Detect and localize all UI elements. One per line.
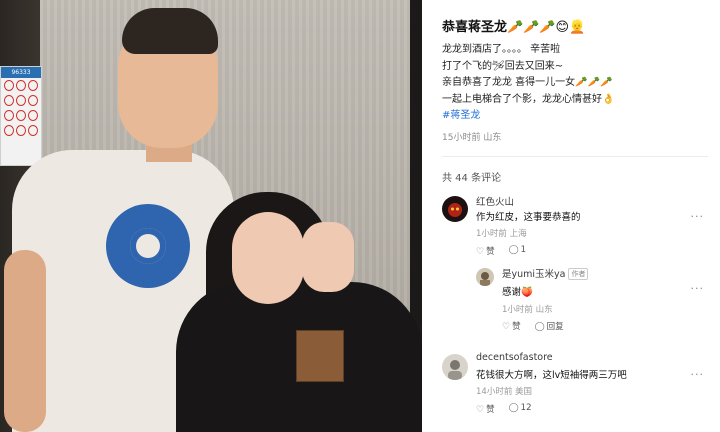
- post-line: 龙龙到酒店了。。。。 辛苦啦: [442, 44, 561, 55]
- post-line: 亲自恭喜了龙龙 喜得一儿一女🥕🥕🥕: [442, 77, 613, 89]
- comment-bubble-icon: ◯: [534, 322, 545, 332]
- avatar[interactable]: [442, 354, 468, 380]
- like-button[interactable]: ♡ 赞: [476, 245, 495, 257]
- like-button[interactable]: ♡ 赞: [476, 403, 495, 415]
- comment-bubble-icon: ◯: [508, 245, 519, 255]
- comment-text: 花钱很大方啊，这lv短袖得两三万吧: [476, 370, 627, 381]
- heart-icon: ♡: [502, 322, 511, 332]
- comment-meta: 14小时前 美国: [476, 387, 533, 397]
- post-line: 打了个飞的🛩回去又回来~: [442, 60, 564, 72]
- comment-count: 共 44 条评论: [442, 173, 502, 184]
- shirt-logo: [106, 204, 190, 288]
- commenter-name[interactable]: 是yumi玉米ya: [502, 269, 565, 280]
- comment-text: 作为红皮，这事要恭喜的: [476, 212, 581, 223]
- commenter-name-row: 是yumi玉米ya 作者: [502, 266, 589, 280]
- more-icon[interactable]: ···: [691, 368, 705, 381]
- comment-text: 感谢🍑: [502, 287, 533, 298]
- comment-actions: ♡ 赞 ◯ 12: [476, 403, 532, 415]
- peace-sign-hand: [302, 222, 354, 292]
- commenter-name[interactable]: 红色火山: [476, 194, 514, 208]
- man-hair: [122, 8, 218, 54]
- post-panel: 恭喜蒋圣龙🥕🥕🥕😊👱 龙龙到酒店了。。。。 辛苦啦 打了个飞的🛩回去又回来~ 亲…: [422, 0, 720, 432]
- post-title: 恭喜蒋圣龙🥕🥕🥕😊👱: [442, 20, 586, 35]
- jacket-pocket: [296, 330, 344, 382]
- man-arm: [4, 250, 46, 432]
- post-photo[interactable]: 96333: [0, 0, 422, 432]
- reply-button[interactable]: ◯ 回复: [535, 320, 564, 332]
- avatar[interactable]: [442, 196, 468, 222]
- heart-icon: ♡: [476, 247, 485, 257]
- comment-actions: ♡ 赞 ◯ 回复: [502, 320, 564, 332]
- author-badge: 作者: [568, 268, 589, 280]
- divider: [442, 156, 708, 157]
- post-line: 一起上电梯合了个影，龙龙心情甚好👌: [442, 93, 615, 105]
- elevator-notice-sign: 96333: [0, 66, 42, 166]
- commenter-name[interactable]: decentsofastore: [476, 352, 553, 363]
- more-icon[interactable]: ···: [691, 282, 705, 295]
- comment-meta: 1小时前 山东: [502, 305, 553, 315]
- post-meta: 15小时前 山东: [442, 133, 502, 143]
- comment-meta: 1小时前 上海: [476, 229, 527, 239]
- hashtag-link[interactable]: #蒋圣龙: [442, 108, 614, 125]
- heart-icon: ♡: [476, 405, 485, 415]
- avatar[interactable]: [476, 268, 494, 286]
- notice-number: 96333: [1, 67, 41, 78]
- woman-face: [232, 212, 304, 304]
- comment-actions: ♡ 赞 ◯ 1: [476, 245, 526, 257]
- comment-bubble-icon: ◯: [508, 403, 519, 413]
- post-body: 龙龙到酒店了。。。。 辛苦啦 打了个飞的🛩回去又回来~ 亲自恭喜了龙龙 喜得一儿…: [442, 42, 614, 125]
- like-button[interactable]: ♡ 赞: [502, 320, 521, 332]
- more-icon[interactable]: ···: [691, 210, 705, 223]
- reply-button[interactable]: ◯ 1: [509, 245, 527, 257]
- reply-button[interactable]: ◯ 12: [509, 403, 532, 415]
